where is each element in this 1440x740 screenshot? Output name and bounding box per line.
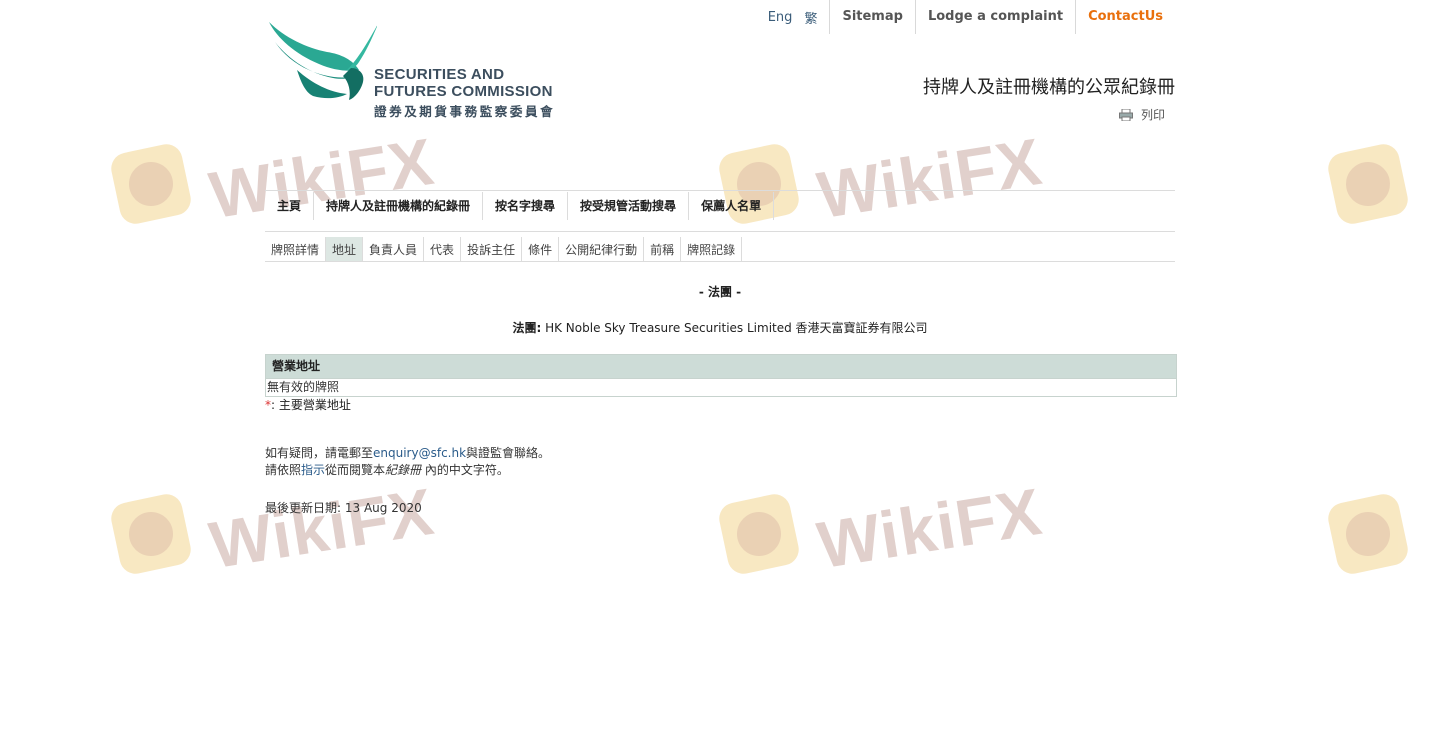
utility-bar: Eng 繁 Sitemap Lodge a complaint ContactU… — [762, 0, 1175, 34]
print-label: 列印 — [1140, 108, 1165, 122]
email-link[interactable]: enquiry@sfc.hk — [373, 446, 466, 460]
corporation-line: 法團: HK Noble Sky Treasure Securities Lim… — [265, 319, 1175, 336]
tab-representatives[interactable]: 代表 — [424, 237, 462, 261]
last-updated: 最後更新日期: 13 Aug 2020 — [265, 501, 422, 515]
lang-english-link[interactable]: Eng — [762, 10, 799, 25]
eagle-logo-icon — [269, 22, 377, 100]
main-nav: 主頁 持牌人及註冊機構的紀錄冊 按名字搜尋 按受規管活動搜尋 保薦人名單 — [265, 190, 1175, 232]
nav-item-register[interactable]: 持牌人及註冊機構的紀錄冊 — [314, 192, 484, 220]
print-button[interactable]: 列印 — [1118, 106, 1165, 123]
watermark — [1325, 490, 1440, 580]
tab-licence-details[interactable]: 牌照詳情 — [265, 237, 327, 261]
sitemap-link[interactable]: Sitemap — [829, 0, 914, 34]
nav-item-search-by-activity[interactable]: 按受規管活動搜尋 — [568, 192, 690, 220]
section-title: - 法團 - — [698, 285, 742, 299]
lodge-complaint-link[interactable]: Lodge a complaint — [914, 0, 1075, 34]
lang-chinese-link[interactable]: 繁 — [798, 8, 829, 27]
enquiry-info: 如有疑問，請電郵至enquiry@sfc.hk與證監會聯絡。 請依照指示從而閱覽… — [265, 445, 550, 479]
watermark — [1325, 140, 1440, 230]
watermark-logo-icon — [108, 141, 194, 227]
watermark-logo-icon — [1325, 141, 1411, 227]
contact-us-link[interactable]: ContactUs — [1075, 0, 1175, 34]
corporation-name: HK Noble Sky Treasure Securities Limited… — [545, 321, 928, 335]
sub-tabs: 牌照詳情 地址 負責人員 代表 投訴主任 條件 公開紀律行動 前稱 牌照記錄 — [265, 237, 1175, 262]
note-text: : 主要營業地址 — [271, 398, 351, 412]
instructions-mid: 從而閱覽本 — [325, 463, 386, 477]
logo-text-chinese: 證券及期貨事務監察委員會 — [374, 104, 556, 119]
enquiry-line-1: 如有疑問，請電郵至enquiry@sfc.hk與證監會聯絡。 — [265, 445, 550, 462]
address-table: 營業地址 無有效的牌照 — [265, 354, 1177, 397]
tab-former-names[interactable]: 前稱 — [644, 237, 682, 261]
tab-responsible-officers[interactable]: 負責人員 — [363, 237, 425, 261]
principal-address-note: *: 主要營業地址 — [265, 396, 351, 413]
tab-address[interactable]: 地址 — [326, 237, 364, 261]
page-container: Eng 繁 Sitemap Lodge a complaint ContactU… — [265, 0, 1177, 740]
page-title: 持牌人及註冊機構的公眾紀錄冊 — [923, 77, 1175, 98]
tab-conditions[interactable]: 條件 — [522, 237, 560, 261]
instructions-link[interactable]: 指示 — [301, 463, 325, 477]
address-table-row: 無有效的牌照 — [266, 378, 1176, 396]
watermark-logo-icon — [1325, 491, 1411, 577]
nav-item-home[interactable]: 主頁 — [265, 192, 315, 220]
printer-icon — [1118, 108, 1133, 121]
logo-text-line2: FUTURES COMMISSION — [374, 83, 553, 100]
nav-item-sponsor-list[interactable]: 保薦人名單 — [689, 192, 775, 220]
corporation-label: 法團: — [512, 321, 542, 335]
tab-licence-record[interactable]: 牌照記錄 — [681, 237, 743, 261]
enquiry-prefix: 如有疑問，請電郵至 — [265, 446, 374, 460]
address-table-header: 營業地址 — [266, 355, 1176, 378]
sfc-logo[interactable]: SECURITIES AND FUTURES COMMISSION 證券及期貨事… — [267, 20, 567, 120]
register-italic: 紀錄冊 — [385, 463, 422, 477]
enquiry-suffix: 與證監會聯絡。 — [466, 446, 551, 460]
instructions-suffix: 內的中文字符。 — [421, 463, 509, 477]
tab-complaints-officer[interactable]: 投訴主任 — [461, 237, 523, 261]
nav-item-search-by-name[interactable]: 按名字搜尋 — [483, 192, 569, 220]
tab-disciplinary-actions[interactable]: 公開紀律行動 — [559, 237, 645, 261]
watermark-logo-icon — [108, 491, 194, 577]
logo-text-line1: SECURITIES AND — [374, 66, 505, 83]
instructions-prefix: 請依照 — [265, 463, 302, 477]
enquiry-line-2: 請依照指示從而閱覽本紀錄冊 內的中文字符。 — [265, 462, 550, 479]
